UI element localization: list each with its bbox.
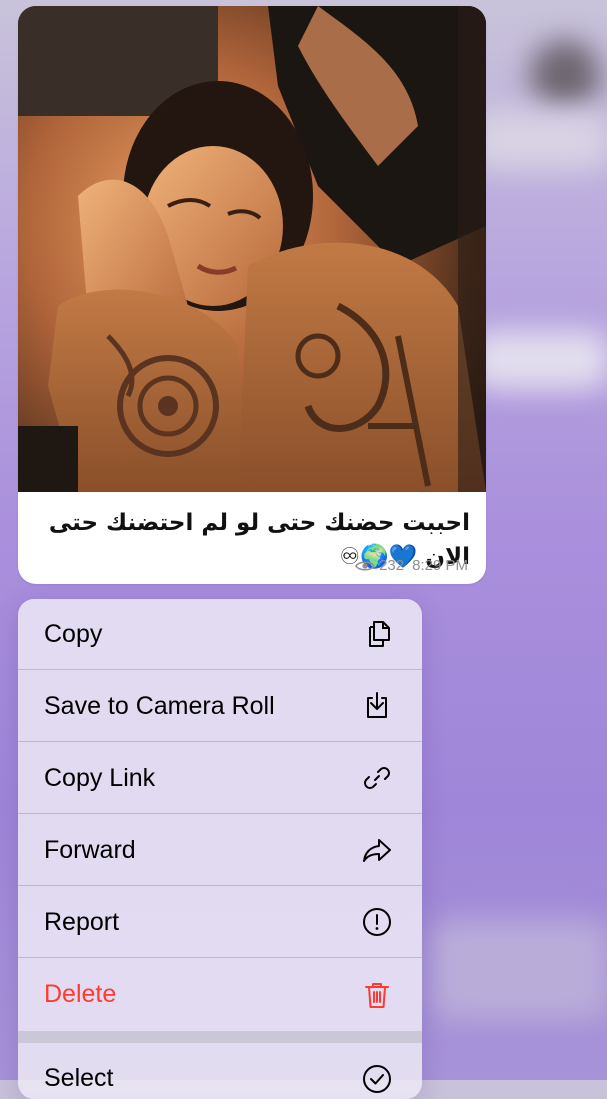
menu-item-copy[interactable]: Copy [18,599,422,670]
menu-item-forward[interactable]: Forward [18,815,422,886]
menu-item-label: Copy Link [44,763,156,792]
background-bubble [430,920,607,1020]
menu-item-report[interactable]: Report [18,887,422,958]
copy-icon [360,617,394,651]
message-photo[interactable] [18,6,486,492]
menu-item-label: Copy [44,619,103,648]
link-icon [360,761,394,795]
menu-separator [18,1031,422,1043]
background-avatar [530,40,600,110]
menu-item-label: Select [44,1064,114,1092]
menu-item-label: Forward [44,835,136,864]
view-count: 232 [379,557,405,574]
background-bubble [470,330,607,390]
message-bubble[interactable]: احببت حضنك حتى لو لم احتضنك حتى الان 💙🌍♾… [18,6,486,584]
select-icon [360,1062,394,1096]
menu-item-save-to-camera-roll[interactable]: Save to Camera Roll [18,671,422,742]
trash-icon [360,978,394,1012]
menu-item-label: Report [44,907,120,936]
menu-item-label: Delete [44,980,117,1008]
download-icon [360,689,394,723]
menu-item-select[interactable]: Select [18,1043,422,1099]
message-context-menu: Copy Save to Camera Roll Copy Link Forwa… [18,599,422,1099]
menu-item-label: Save to Camera Roll [44,691,275,720]
menu-item-copy-link[interactable]: Copy Link [18,743,422,814]
forward-icon [360,833,394,867]
report-icon [360,905,394,939]
message-meta: 232 8:29 PM [355,557,468,574]
caption-line-1: احببت حضنك حتى لو لم احتضنك حتى [48,510,470,536]
background-bubble [470,110,607,170]
menu-item-delete[interactable]: Delete [18,959,422,1030]
couple-photo-illustration [18,6,486,492]
views-eye-icon [355,560,376,571]
message-time: 8:29 PM [412,557,468,574]
